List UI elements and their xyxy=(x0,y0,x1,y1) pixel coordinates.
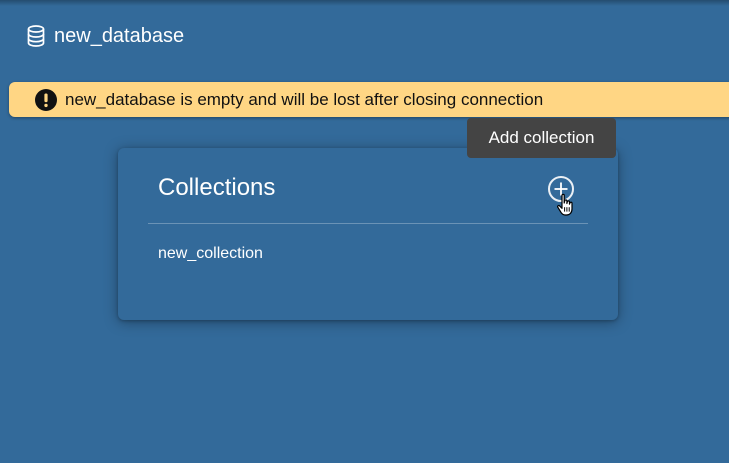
collections-divider xyxy=(148,223,588,224)
database-icon xyxy=(27,25,45,47)
collections-title: Collections xyxy=(158,174,276,201)
collection-item[interactable]: new_collection xyxy=(158,245,263,263)
database-header[interactable]: new_database xyxy=(27,24,184,48)
exclamation-icon xyxy=(35,88,57,111)
database-name: new_database xyxy=(54,25,185,47)
add-collection-tooltip: Add collection xyxy=(467,118,616,158)
warning-message: new_database is empty and will be lost a… xyxy=(65,89,544,109)
collections-panel: Collections new_collection xyxy=(118,148,618,320)
empty-database-warning: new_database is empty and will be lost a… xyxy=(9,82,729,117)
hand-pointer-cursor-icon xyxy=(557,193,573,216)
top-shadow xyxy=(0,0,729,6)
